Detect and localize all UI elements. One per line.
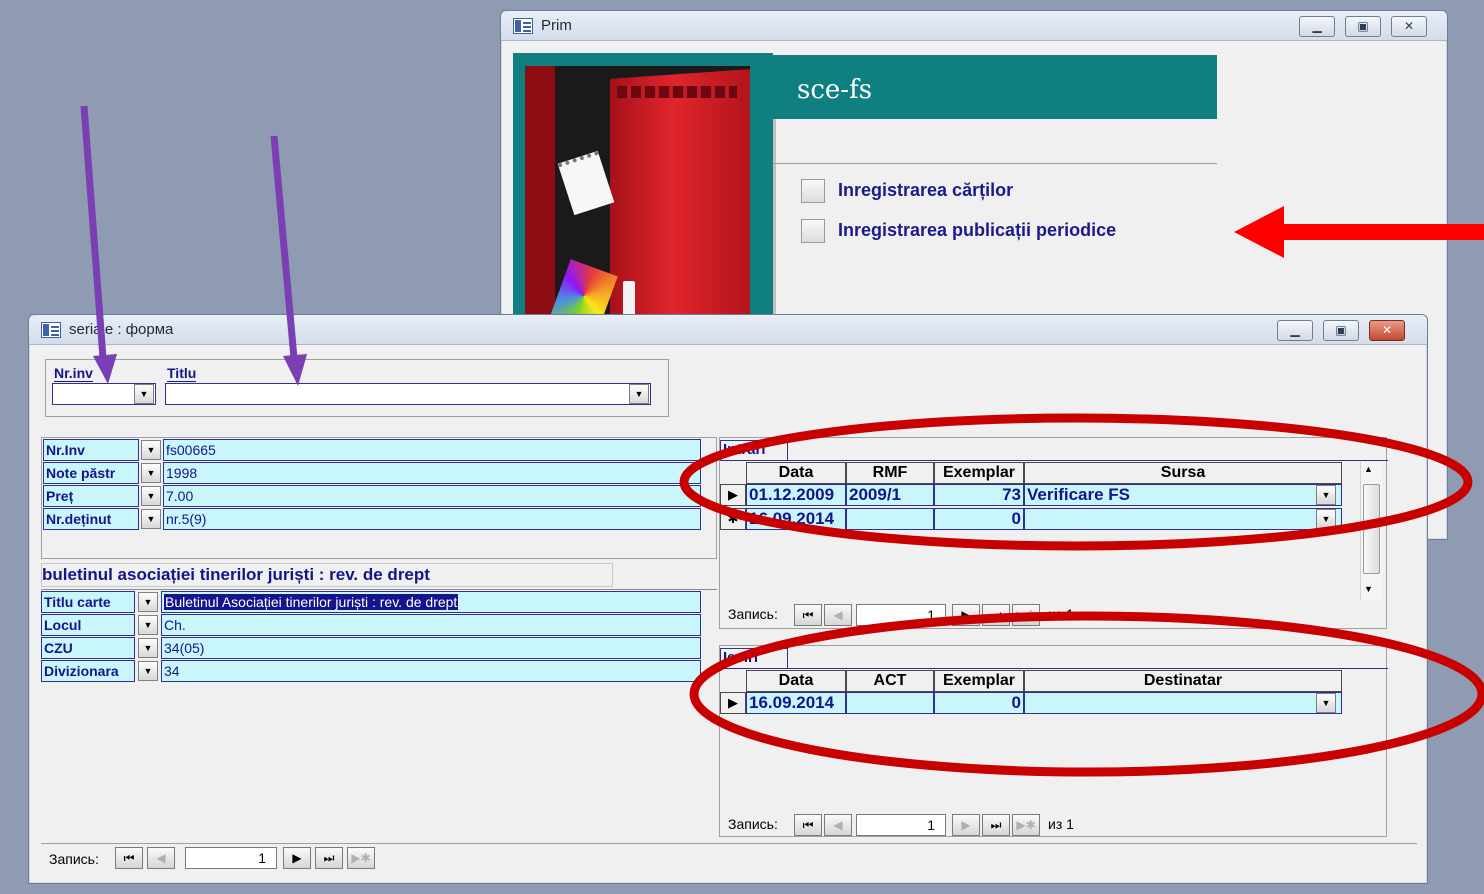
purple-arrow-titlu <box>270 135 307 386</box>
red-arrow <box>1234 206 1484 258</box>
highlight-ellipse-intrari <box>679 413 1473 551</box>
purple-arrow-nrinv <box>80 105 117 384</box>
highlight-ellipse-iesiri <box>689 611 1484 777</box>
annotation-overlay <box>80 105 1484 777</box>
